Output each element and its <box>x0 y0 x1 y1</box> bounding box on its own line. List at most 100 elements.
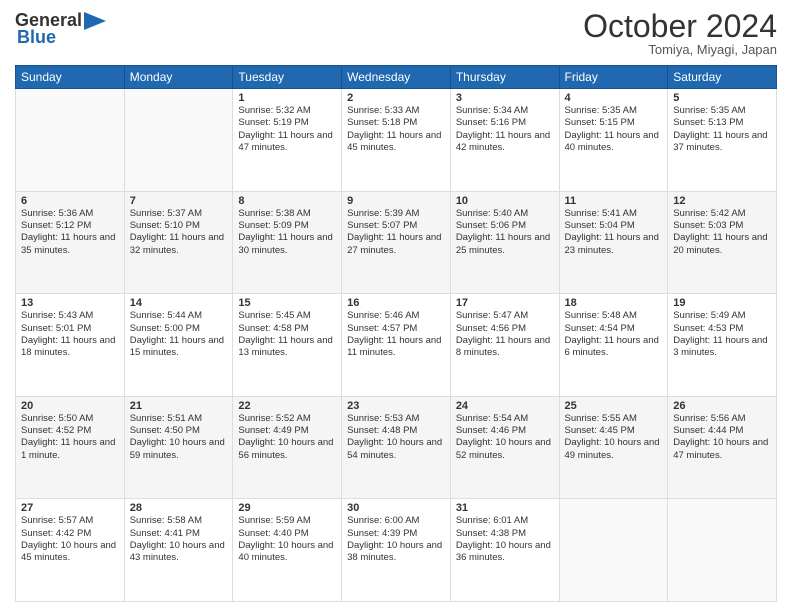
day-cell-17: 17Sunrise: 5:47 AMSunset: 4:56 PMDayligh… <box>450 294 559 397</box>
day-cell-18: 18Sunrise: 5:48 AMSunset: 4:54 PMDayligh… <box>559 294 668 397</box>
day-number: 28 <box>130 502 228 514</box>
day-cell-3: 3Sunrise: 5:34 AMSunset: 5:16 PMDaylight… <box>450 89 559 192</box>
day-cell-15: 15Sunrise: 5:45 AMSunset: 4:58 PMDayligh… <box>233 294 342 397</box>
header: General Blue October 2024 Tomiya, Miyagi… <box>15 10 777 57</box>
sunset-text: Sunset: 4:53 PM <box>673 323 771 335</box>
day-number: 9 <box>347 195 445 207</box>
sunrise-text: Sunrise: 5:49 AM <box>673 310 771 322</box>
sunrise-text: Sunrise: 5:46 AM <box>347 310 445 322</box>
daylight-text: Daylight: 10 hours and 52 minutes. <box>456 437 554 462</box>
daylight-text: Daylight: 11 hours and 45 minutes. <box>347 130 445 155</box>
day-number: 13 <box>21 297 119 309</box>
day-cell-27: 27Sunrise: 5:57 AMSunset: 4:42 PMDayligh… <box>16 499 125 602</box>
day-number: 10 <box>456 195 554 207</box>
day-cell-11: 11Sunrise: 5:41 AMSunset: 5:04 PMDayligh… <box>559 191 668 294</box>
daylight-text: Daylight: 11 hours and 1 minute. <box>21 437 119 462</box>
day-number: 29 <box>238 502 336 514</box>
daylight-text: Daylight: 11 hours and 15 minutes. <box>130 335 228 360</box>
day-cell-6: 6Sunrise: 5:36 AMSunset: 5:12 PMDaylight… <box>16 191 125 294</box>
sunrise-text: Sunrise: 5:57 AM <box>21 515 119 527</box>
day-number: 1 <box>238 92 336 104</box>
day-cell-22: 22Sunrise: 5:52 AMSunset: 4:49 PMDayligh… <box>233 396 342 499</box>
weekday-header-row: SundayMondayTuesdayWednesdayThursdayFrid… <box>16 66 777 89</box>
day-number: 5 <box>673 92 771 104</box>
empty-cell <box>16 89 125 192</box>
daylight-text: Daylight: 10 hours and 49 minutes. <box>565 437 663 462</box>
day-cell-2: 2Sunrise: 5:33 AMSunset: 5:18 PMDaylight… <box>342 89 451 192</box>
empty-cell <box>124 89 233 192</box>
day-number: 23 <box>347 400 445 412</box>
sunset-text: Sunset: 4:38 PM <box>456 528 554 540</box>
sunrise-text: Sunrise: 5:38 AM <box>238 208 336 220</box>
sunset-text: Sunset: 4:50 PM <box>130 425 228 437</box>
sunrise-text: Sunrise: 5:55 AM <box>565 413 663 425</box>
calendar-page: General Blue October 2024 Tomiya, Miyagi… <box>0 0 792 612</box>
sunset-text: Sunset: 4:46 PM <box>456 425 554 437</box>
day-number: 11 <box>565 195 663 207</box>
sunset-text: Sunset: 5:03 PM <box>673 220 771 232</box>
sunset-text: Sunset: 5:12 PM <box>21 220 119 232</box>
daylight-text: Daylight: 11 hours and 32 minutes. <box>130 232 228 257</box>
day-number: 22 <box>238 400 336 412</box>
day-number: 24 <box>456 400 554 412</box>
sunset-text: Sunset: 4:52 PM <box>21 425 119 437</box>
empty-cell <box>668 499 777 602</box>
sunrise-text: Sunrise: 6:01 AM <box>456 515 554 527</box>
daylight-text: Daylight: 10 hours and 43 minutes. <box>130 540 228 565</box>
day-cell-10: 10Sunrise: 5:40 AMSunset: 5:06 PMDayligh… <box>450 191 559 294</box>
daylight-text: Daylight: 11 hours and 37 minutes. <box>673 130 771 155</box>
day-number: 26 <box>673 400 771 412</box>
sunrise-text: Sunrise: 5:51 AM <box>130 413 228 425</box>
day-cell-16: 16Sunrise: 5:46 AMSunset: 4:57 PMDayligh… <box>342 294 451 397</box>
sunset-text: Sunset: 4:39 PM <box>347 528 445 540</box>
daylight-text: Daylight: 11 hours and 47 minutes. <box>238 130 336 155</box>
daylight-text: Daylight: 11 hours and 27 minutes. <box>347 232 445 257</box>
sunrise-text: Sunrise: 5:41 AM <box>565 208 663 220</box>
daylight-text: Daylight: 10 hours and 36 minutes. <box>456 540 554 565</box>
sunrise-text: Sunrise: 5:36 AM <box>21 208 119 220</box>
day-cell-29: 29Sunrise: 5:59 AMSunset: 4:40 PMDayligh… <box>233 499 342 602</box>
daylight-text: Daylight: 10 hours and 45 minutes. <box>21 540 119 565</box>
sunset-text: Sunset: 5:13 PM <box>673 117 771 129</box>
sunset-text: Sunset: 4:57 PM <box>347 323 445 335</box>
sunrise-text: Sunrise: 5:44 AM <box>130 310 228 322</box>
day-number: 6 <box>21 195 119 207</box>
daylight-text: Daylight: 10 hours and 54 minutes. <box>347 437 445 462</box>
sunrise-text: Sunrise: 5:32 AM <box>238 105 336 117</box>
daylight-text: Daylight: 10 hours and 47 minutes. <box>673 437 771 462</box>
sunset-text: Sunset: 5:04 PM <box>565 220 663 232</box>
sunrise-text: Sunrise: 5:59 AM <box>238 515 336 527</box>
sunset-text: Sunset: 4:48 PM <box>347 425 445 437</box>
sunrise-text: Sunrise: 5:35 AM <box>673 105 771 117</box>
daylight-text: Daylight: 11 hours and 3 minutes. <box>673 335 771 360</box>
sunset-text: Sunset: 4:42 PM <box>21 528 119 540</box>
sunset-text: Sunset: 5:10 PM <box>130 220 228 232</box>
day-number: 3 <box>456 92 554 104</box>
day-cell-21: 21Sunrise: 5:51 AMSunset: 4:50 PMDayligh… <box>124 396 233 499</box>
sunrise-text: Sunrise: 5:43 AM <box>21 310 119 322</box>
daylight-text: Daylight: 11 hours and 6 minutes. <box>565 335 663 360</box>
sunrise-text: Sunrise: 5:33 AM <box>347 105 445 117</box>
daylight-text: Daylight: 11 hours and 8 minutes. <box>456 335 554 360</box>
sunrise-text: Sunrise: 5:45 AM <box>238 310 336 322</box>
daylight-text: Daylight: 10 hours and 38 minutes. <box>347 540 445 565</box>
day-number: 19 <box>673 297 771 309</box>
weekday-friday: Friday <box>559 66 668 89</box>
day-cell-23: 23Sunrise: 5:53 AMSunset: 4:48 PMDayligh… <box>342 396 451 499</box>
day-cell-12: 12Sunrise: 5:42 AMSunset: 5:03 PMDayligh… <box>668 191 777 294</box>
sunset-text: Sunset: 4:40 PM <box>238 528 336 540</box>
sunrise-text: Sunrise: 5:50 AM <box>21 413 119 425</box>
weekday-sunday: Sunday <box>16 66 125 89</box>
sunrise-text: Sunrise: 5:53 AM <box>347 413 445 425</box>
sunset-text: Sunset: 5:01 PM <box>21 323 119 335</box>
sunrise-text: Sunrise: 5:34 AM <box>456 105 554 117</box>
daylight-text: Daylight: 10 hours and 59 minutes. <box>130 437 228 462</box>
sunset-text: Sunset: 5:18 PM <box>347 117 445 129</box>
sunrise-text: Sunrise: 5:37 AM <box>130 208 228 220</box>
month-title: October 2024 <box>583 10 777 42</box>
day-cell-1: 1Sunrise: 5:32 AMSunset: 5:19 PMDaylight… <box>233 89 342 192</box>
day-number: 27 <box>21 502 119 514</box>
week-row-4: 20Sunrise: 5:50 AMSunset: 4:52 PMDayligh… <box>16 396 777 499</box>
daylight-text: Daylight: 11 hours and 35 minutes. <box>21 232 119 257</box>
week-row-2: 6Sunrise: 5:36 AMSunset: 5:12 PMDaylight… <box>16 191 777 294</box>
